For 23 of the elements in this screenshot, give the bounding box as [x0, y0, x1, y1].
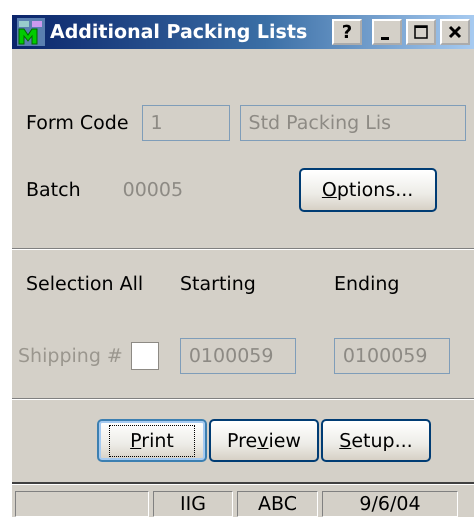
help-button[interactable]: ? [332, 19, 362, 45]
batch-value: 00005 [122, 179, 184, 201]
status-panel: 9/6/04 [322, 491, 458, 517]
minimize-button[interactable] [372, 19, 402, 45]
column-header: Selection All [26, 273, 144, 295]
action-button[interactable]: Preview [209, 419, 319, 462]
close-icon [447, 24, 463, 40]
field-label: Batch [26, 179, 81, 201]
maximize-button[interactable] [406, 19, 436, 45]
status-panel: ABC [237, 491, 318, 517]
field-label: Form Code [26, 112, 129, 134]
maximize-icon [413, 24, 429, 40]
action-button[interactable]: Print [97, 419, 207, 462]
column-header: Ending [334, 273, 400, 295]
minimize-icon [381, 36, 389, 40]
window-title: Additional Packing Lists [50, 21, 308, 43]
status-panel: IIG [153, 491, 233, 517]
row-label: Shipping # [18, 345, 123, 367]
options-button[interactable]: Options... [298, 168, 437, 212]
column-header: Starting [180, 273, 257, 295]
app-icon [16, 17, 46, 47]
close-button[interactable] [440, 19, 470, 45]
action-button[interactable]: Setup... [321, 419, 431, 462]
